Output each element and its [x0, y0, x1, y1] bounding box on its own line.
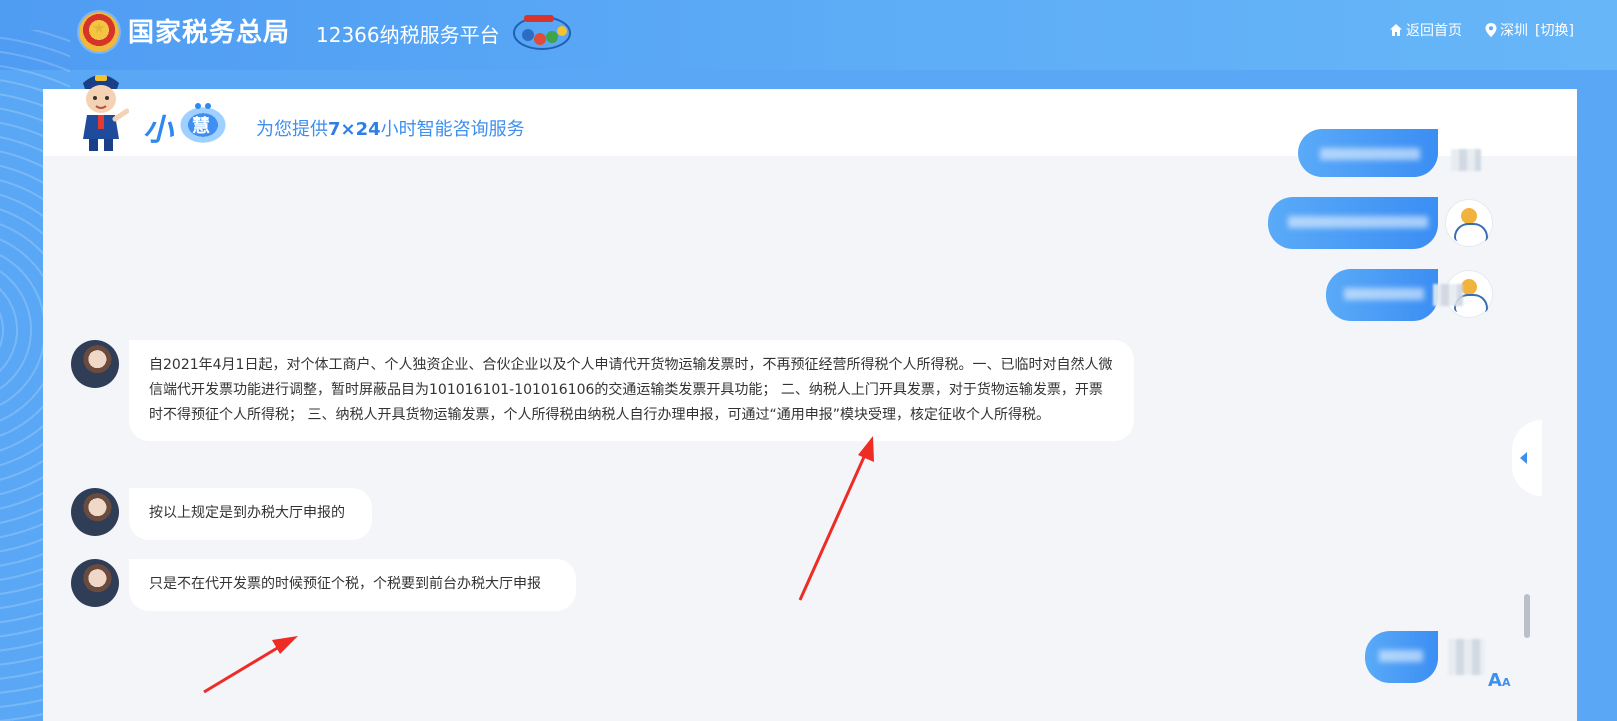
- location-pin-icon: [1485, 23, 1497, 37]
- mascot-icon: [83, 75, 129, 151]
- user-avatar: [1451, 149, 1481, 171]
- assistant-name-xiao: 小: [143, 113, 173, 148]
- user-avatar: [1446, 200, 1492, 246]
- user-message-bubble: [1365, 631, 1438, 683]
- return-home-link[interactable]: 返回首页: [1389, 20, 1462, 40]
- chat-scrollbar[interactable]: [1524, 594, 1530, 638]
- message-bubble: 按以上规定是到办税大厅申报的: [129, 488, 372, 540]
- city-name: 深圳: [1500, 23, 1528, 39]
- assistant-logo-icon: 慧: [175, 103, 231, 143]
- city-switch-link[interactable]: 深圳 [切换]: [1485, 20, 1574, 40]
- user-message-bubble: [1326, 269, 1438, 321]
- font-size-icon[interactable]: AA: [1488, 670, 1510, 691]
- switch-city-button[interactable]: [切换]: [1535, 20, 1574, 40]
- assistant-avatar: [71, 340, 119, 388]
- national-emblem-icon: [79, 12, 119, 52]
- home-icon: [1390, 24, 1402, 36]
- assistant-name-hui: 慧: [192, 116, 210, 137]
- avatar-mosaic: [1433, 284, 1463, 306]
- user-message-bubble: [1268, 197, 1438, 249]
- message-bubble: 只是不在代开发票的时候预征个税，个税要到前台办税大厅申报: [129, 559, 576, 611]
- chat-window: 小 慧 为您提供7×24小时智能咨询服务 自2021年4月1日起，对个体工商户、…: [43, 89, 1577, 721]
- user-avatar: [1448, 639, 1484, 675]
- user-avatar: [71, 559, 119, 607]
- assistant-tagline: 为您提供7×24小时智能咨询服务: [256, 119, 525, 140]
- platform-title: 12366纳税服务平台: [316, 23, 500, 47]
- user-message-bubble: [1298, 129, 1438, 177]
- assistant-message-bubble: 自2021年4月1日起，对个体工商户、个人独资企业、合伙企业以及个人申请代开货物…: [129, 340, 1134, 441]
- return-home-label: 返回首页: [1406, 23, 1462, 39]
- site-title[interactable]: 国家税务总局: [128, 12, 290, 49]
- 12366-logo-icon: [513, 15, 571, 50]
- user-avatar: [71, 488, 119, 536]
